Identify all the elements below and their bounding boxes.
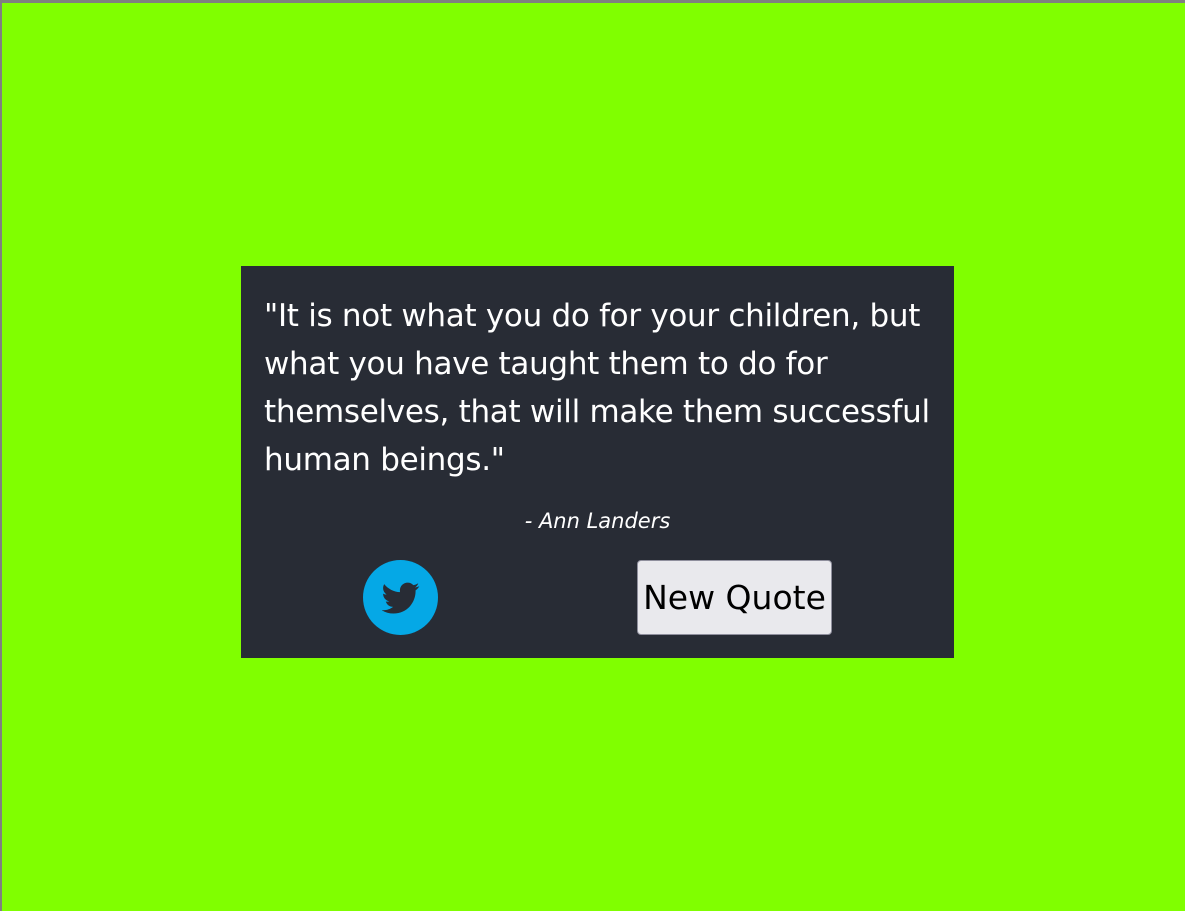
- twitter-bird-icon: [381, 579, 420, 617]
- quote-author: - Ann Landers: [524, 509, 671, 533]
- page-background: "It is not what you do for your children…: [2, 3, 1185, 911]
- quote-box: "It is not what you do for your children…: [241, 266, 954, 658]
- new-quote-button[interactable]: New Quote: [637, 560, 832, 635]
- quote-text: "It is not what you do for your children…: [264, 298, 930, 478]
- tweet-quote-button[interactable]: [363, 560, 438, 635]
